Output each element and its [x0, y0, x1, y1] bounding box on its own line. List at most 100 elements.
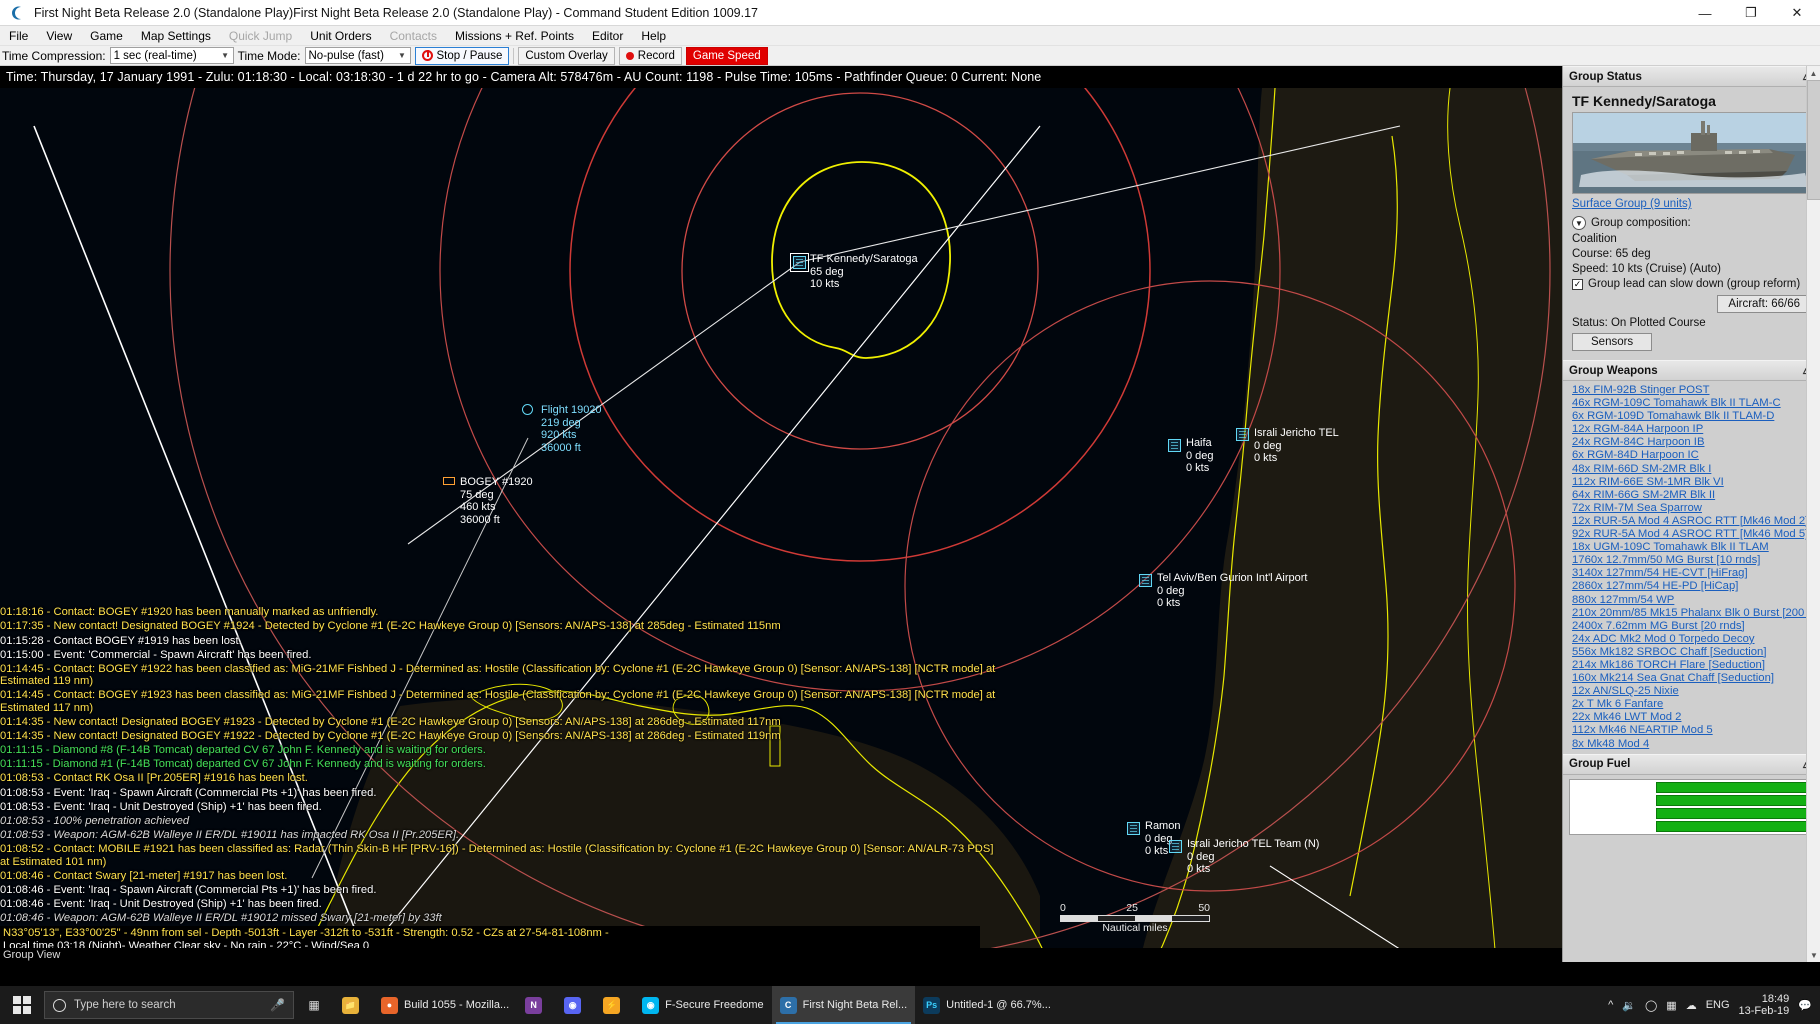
scroll-down-arrow[interactable]: ▼ — [1807, 948, 1820, 962]
weapon-item[interactable]: 24x RGM-84C Harpoon IB — [1572, 436, 1813, 449]
menu-file[interactable]: File — [0, 26, 37, 46]
log-message: 01:08:52 - Contact: MOBILE #1921 has bee… — [0, 842, 994, 868]
group-reform-checkbox[interactable]: ✓ — [1572, 278, 1583, 290]
close-button[interactable]: ✕ — [1774, 0, 1820, 26]
taskbar-app-photoshop[interactable]: Ps Untitled-1 @ 66.7%... — [915, 986, 1059, 1024]
show-hidden-icons-icon[interactable]: ^ — [1608, 999, 1613, 1011]
map-unit-ramon[interactable] — [1127, 822, 1140, 835]
map-unit-flight-19020[interactable] — [522, 404, 533, 415]
taskbar-app-lightning[interactable]: ⚡ — [595, 986, 634, 1024]
group-weapons-list[interactable]: 18x FIM-92B Stinger POST 46x RGM-109C To… — [1563, 381, 1820, 754]
weapon-item[interactable]: 46x RGM-109C Tomahawk Blk II TLAM-C — [1572, 397, 1813, 410]
map-unit-israli-jericho-tel-team-n[interactable] — [1169, 840, 1182, 853]
clock[interactable]: 18:49 13-Feb-19 — [1739, 993, 1790, 1017]
menu-game[interactable]: Game — [81, 26, 132, 46]
sidebar-scrollbar[interactable]: ▲ ▼ — [1806, 66, 1820, 962]
time-compression-select[interactable]: 1 sec (real-time) ▼ — [109, 47, 234, 64]
onedrive-icon[interactable]: ☁ — [1686, 999, 1697, 1012]
map-unit-haifa[interactable] — [1168, 439, 1181, 452]
scrollbar-thumb[interactable] — [1807, 80, 1820, 200]
weapon-item[interactable]: 12x AN/SLQ-25 Nixie — [1572, 685, 1813, 698]
menu-map-settings[interactable]: Map Settings — [132, 26, 220, 46]
windows-start-icon[interactable] — [0, 986, 44, 1024]
group-side: Coalition — [1572, 233, 1617, 245]
menu-editor[interactable]: Editor — [583, 26, 632, 46]
aircraft-button[interactable]: Aircraft: 66/66 — [1717, 295, 1811, 313]
taskbar-app-discord[interactable]: ◉ — [556, 986, 595, 1024]
weapon-item[interactable]: 880x 127mm/54 WP — [1572, 594, 1813, 607]
windows-taskbar: Type here to search 🎤 ▦ 📁 ● Build 1055 -… — [0, 986, 1820, 1024]
weapon-item[interactable]: 12x RUR-5A Mod 4 ASROC RTT [Mk46 Mod 2] — [1572, 515, 1813, 528]
weapon-item[interactable]: 1760x 12.7mm/50 MG Burst [10 rnds] — [1572, 554, 1813, 567]
title-bar: First Night Beta Release 2.0 (Standalone… — [0, 0, 1820, 26]
weapon-item[interactable]: 92x RUR-5A Mod 4 ASROC RTT [Mk46 Mod 5] — [1572, 528, 1813, 541]
log-message: 01:08:46 - Event: 'Iraq - Spawn Aircraft… — [0, 883, 377, 896]
action-center-icon[interactable]: 💬 — [1798, 999, 1812, 1012]
weapon-item[interactable]: 2860x 127mm/54 HE-PD [HiCap] — [1572, 580, 1813, 593]
group-reform-label: Group lead can slow down (group reform) — [1588, 278, 1801, 290]
surface-group-link[interactable]: Surface Group (9 units) — [1572, 198, 1813, 210]
map-unit-israli-jericho-tel[interactable] — [1236, 428, 1249, 441]
taskbar-app-fsecure[interactable]: ◉ F-Secure Freedome — [634, 986, 771, 1024]
weapon-item[interactable]: 8x Mk48 Mod 4 — [1572, 738, 1813, 751]
taskbar-app-command[interactable]: C First Night Beta Rel... — [771, 986, 916, 1024]
stop-pause-button[interactable]: Stop / Pause — [414, 46, 510, 65]
system-tray: ^ 🔉 ◯ ▦ ☁ ENG 18:49 13-Feb-19 💬 — [1608, 993, 1820, 1017]
minimize-button[interactable]: — — [1682, 0, 1728, 26]
message-log[interactable]: 01:18:16 - Contact: BOGEY #1920 has been… — [0, 606, 1000, 926]
search-input[interactable]: Type here to search 🎤 — [44, 991, 294, 1019]
task-view-icon[interactable]: ▦ — [294, 986, 334, 1024]
menu-help[interactable]: Help — [632, 26, 675, 46]
map-unit-bogey-1920[interactable] — [443, 477, 455, 485]
weapon-item[interactable]: 6x RGM-84D Harpoon IC — [1572, 449, 1813, 462]
weapon-item[interactable]: 210x 20mm/85 Mk15 Phalanx Blk 0 Burst [2… — [1572, 607, 1813, 620]
network-icon[interactable]: ▦ — [1666, 999, 1676, 1012]
menu-quick-jump: Quick Jump — [228, 28, 293, 43]
weapon-item[interactable]: 22x Mk46 LWT Mod 2 — [1572, 711, 1813, 724]
weapon-item[interactable]: 160x Mk214 Sea Gnat Chaff [Seduction] — [1572, 672, 1813, 685]
weapon-item[interactable]: 214x Mk186 TORCH Flare [Seduction] — [1572, 659, 1813, 672]
weapon-item[interactable]: 3140x 127mm/54 HE-CVT [HiFrag] — [1572, 567, 1813, 580]
taskbar-app-onenote[interactable]: N — [517, 986, 556, 1024]
weapon-item[interactable]: 6x RGM-109D Tomahawk Blk II TLAM-D — [1572, 410, 1813, 423]
weapon-item[interactable]: 24x ADC Mk2 Mod 0 Torpedo Decoy — [1572, 633, 1813, 646]
map-label-israli-jericho-tel: Israli Jericho TEL 0 deg 0 kts — [1254, 427, 1339, 464]
group-composition-row[interactable]: ▼ Group composition: — [1572, 216, 1813, 230]
custom-overlay-button[interactable]: Custom Overlay — [518, 46, 615, 65]
record-button[interactable]: Record — [618, 46, 682, 65]
weapon-item[interactable]: 112x Mk46 NEARTIP Mod 5 — [1572, 724, 1813, 737]
map-unit-tel-aviv-ben-gurion[interactable] — [1139, 574, 1152, 587]
log-message: 01:18:16 - Contact: BOGEY #1920 has been… — [0, 606, 379, 619]
time-mode-select[interactable]: No-pulse (fast) ▼ — [304, 47, 411, 64]
group-weapons-header[interactable]: Group Weapons ▵▵ — [1563, 360, 1820, 381]
weapon-item[interactable]: 112x RIM-66E SM-1MR Blk VI — [1572, 476, 1813, 489]
map-unit-tf-kennedy-saratoga[interactable] — [790, 253, 809, 272]
weapon-item[interactable]: 72x RIM-7M Sea Sparrow — [1572, 502, 1813, 515]
tactical-map[interactable]: Time: Thursday, 17 January 1991 - Zulu: … — [0, 66, 1562, 962]
wifi-icon[interactable]: ◯ — [1645, 999, 1657, 1012]
weapon-item[interactable]: 556x Mk182 SRBOC Chaff [Seduction] — [1572, 646, 1813, 659]
volume-icon[interactable]: 🔉 — [1622, 999, 1636, 1012]
language-indicator[interactable]: ENG — [1706, 999, 1730, 1011]
menu-missions-ref-points[interactable]: Missions + Ref. Points — [446, 26, 583, 46]
weapon-item[interactable]: 12x RGM-84A Harpoon IP — [1572, 423, 1813, 436]
chevron-down-icon[interactable]: ▼ — [1572, 216, 1586, 230]
group-fuel-header[interactable]: Group Fuel ▵▵ — [1563, 753, 1820, 775]
weapon-item[interactable]: 2x T Mk 6 Fanfare — [1572, 698, 1813, 711]
weapon-item[interactable]: 18x FIM-92B Stinger POST — [1572, 384, 1813, 397]
menu-unit-orders[interactable]: Unit Orders — [301, 26, 380, 46]
scroll-up-arrow[interactable]: ▲ — [1807, 66, 1820, 80]
microphone-icon[interactable]: 🎤 — [270, 998, 285, 1012]
group-reform-checkbox-row[interactable]: ✓ Group lead can slow down (group reform… — [1572, 278, 1813, 290]
weapon-item[interactable]: 18x UGM-109C Tomahawk Blk II TLAM — [1572, 541, 1813, 554]
weapon-item[interactable]: 48x RIM-66D SM-2MR Blk I — [1572, 463, 1813, 476]
taskbar-app-file-explorer[interactable]: 📁 — [334, 986, 373, 1024]
group-status-header[interactable]: Group Status ▵▵ — [1563, 66, 1820, 87]
weapon-item[interactable]: 2400x 7.62mm MG Burst [20 rnds] — [1572, 620, 1813, 633]
onenote-icon: N — [525, 996, 543, 1014]
maximize-button[interactable]: ❐ — [1728, 0, 1774, 26]
taskbar-app-firefox[interactable]: ● Build 1055 - Mozilla... — [373, 986, 517, 1024]
weapon-item[interactable]: 64x RIM-66G SM-2MR Blk II — [1572, 489, 1813, 502]
sensors-button[interactable]: Sensors — [1572, 333, 1653, 351]
menu-view[interactable]: View — [37, 26, 81, 46]
